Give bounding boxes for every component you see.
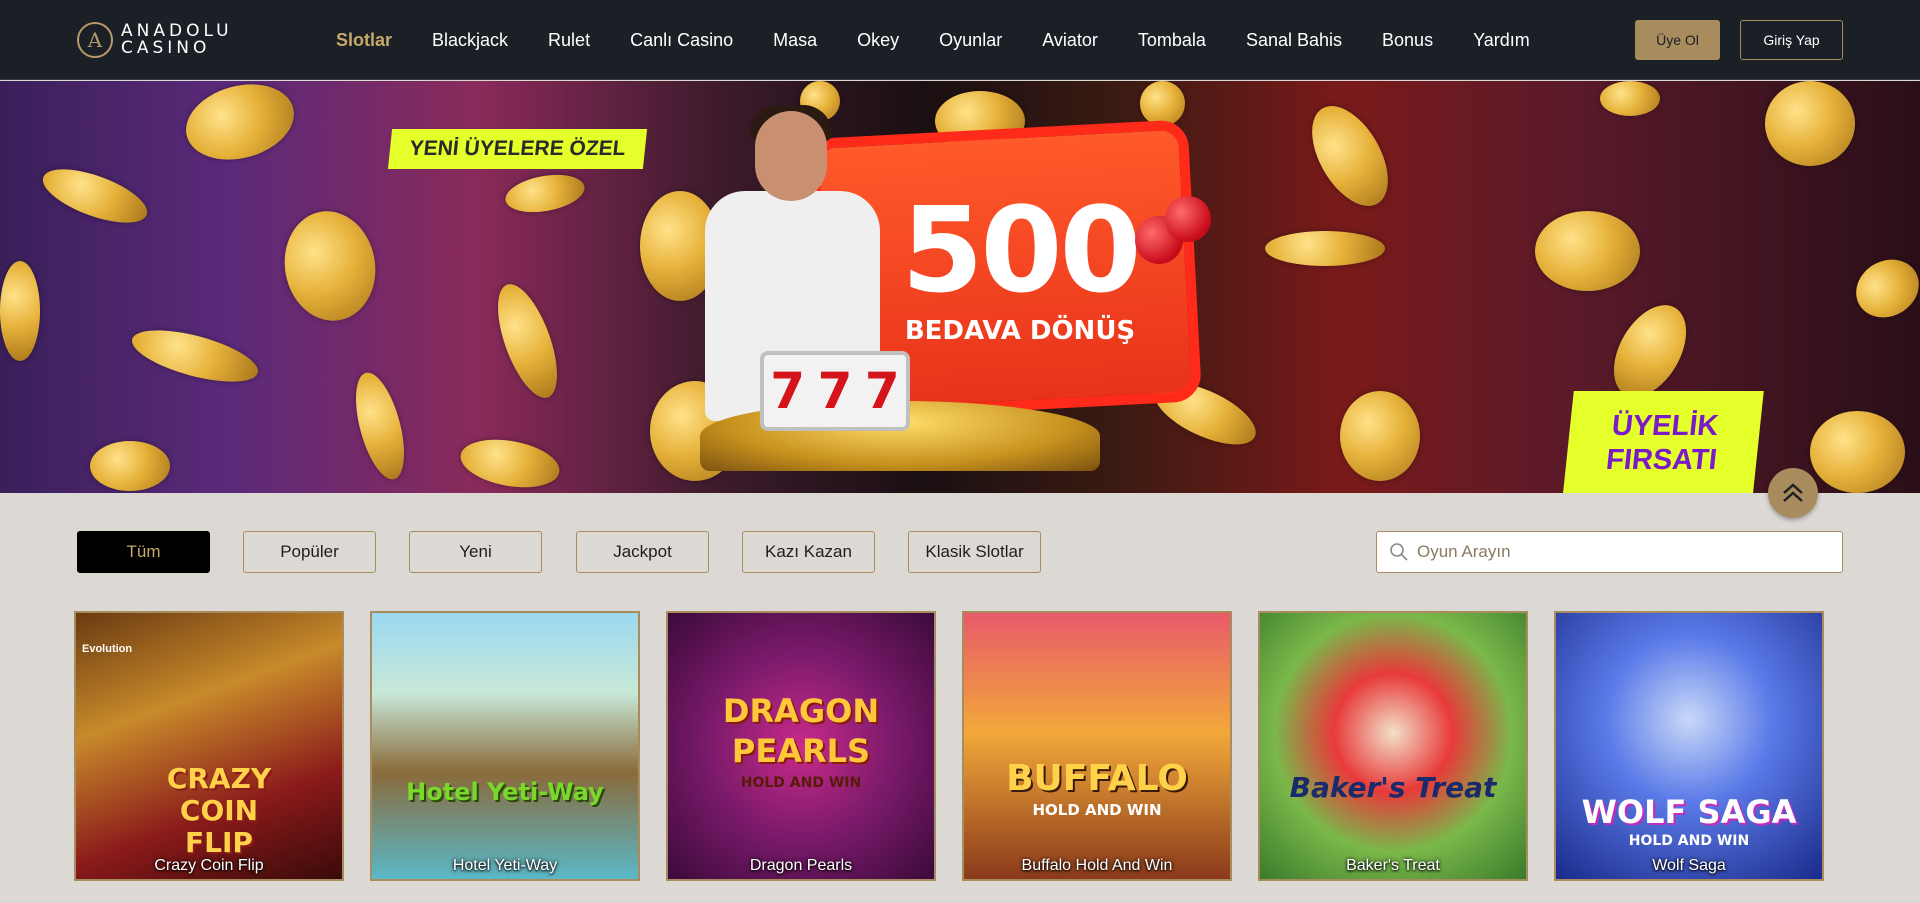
- game-title: Dragon Pearls: [749, 857, 853, 874]
- filter-scratch[interactable]: Kazı Kazan: [742, 531, 875, 573]
- game-art-title: CRAZY COIN FLIP: [166, 762, 272, 859]
- coin-decoration: [0, 261, 40, 361]
- membership-line-2: FIRSATI: [1604, 444, 1719, 476]
- nav-item-oyunlar[interactable]: Oyunlar: [939, 30, 1002, 51]
- game-art-subtitle: HOLD AND WIN: [1032, 801, 1162, 819]
- filter-classic-slots[interactable]: Klasik Slotlar: [908, 531, 1041, 573]
- logo-emblem-icon: A: [77, 22, 113, 58]
- coin-decoration: [502, 169, 588, 218]
- game-thumbnail: [1260, 613, 1526, 879]
- game-art-subtitle: HOLD AND WIN: [740, 775, 862, 791]
- coin-decoration: [346, 367, 414, 485]
- nav-item-okey[interactable]: Okey: [857, 30, 899, 51]
- game-art-title: WOLF SAGA: [1581, 793, 1797, 831]
- game-art-subtitle: HOLD AND WIN: [1628, 833, 1750, 849]
- coin-decoration: [127, 319, 263, 393]
- coin-decoration: [1296, 93, 1404, 219]
- nav-item-rulet[interactable]: Rulet: [548, 30, 590, 51]
- coin-decoration: [1140, 81, 1185, 126]
- coin-decoration: [1845, 248, 1920, 329]
- filter-jackpot[interactable]: Jackpot: [576, 531, 709, 573]
- game-card-buffalo-hold-and-win[interactable]: BUFFALO HOLD AND WIN Buffalo Hold And Wi…: [962, 611, 1232, 881]
- coin-decoration: [90, 441, 170, 491]
- slot-777-illustration: 7 7 7: [760, 351, 910, 431]
- coin-decoration: [1535, 211, 1640, 291]
- game-card-bakers-treat[interactable]: Baker's Treat Baker's Treat: [1258, 611, 1528, 881]
- filter-popular[interactable]: Popüler: [243, 531, 376, 573]
- coin-decoration: [177, 81, 303, 172]
- nav-item-blackjack[interactable]: Blackjack: [432, 30, 508, 51]
- nav-item-tombala[interactable]: Tombala: [1138, 30, 1206, 51]
- nav-item-yardim[interactable]: Yardım: [1473, 30, 1530, 51]
- login-button[interactable]: Giriş Yap: [1740, 20, 1843, 60]
- game-title: Crazy Coin Flip: [154, 857, 264, 874]
- game-thumbnail: [372, 613, 638, 879]
- promo-amount: 500: [901, 181, 1141, 319]
- nav-item-canli-casino[interactable]: Canlı Casino: [630, 30, 733, 51]
- scroll-to-top-button[interactable]: [1768, 468, 1818, 518]
- search-icon: [1390, 543, 1408, 561]
- coin-decoration: [1765, 81, 1855, 166]
- game-thumbnail: [964, 613, 1230, 879]
- nav-item-bonus[interactable]: Bonus: [1382, 30, 1433, 51]
- game-title: Buffalo Hold And Win: [1021, 857, 1173, 874]
- filter-new[interactable]: Yeni: [409, 531, 542, 573]
- coin-decoration: [1265, 231, 1385, 266]
- main-nav: Slotlar Blackjack Rulet Canlı Casino Mas…: [336, 0, 1570, 80]
- game-title: Hotel Yeti-Way: [452, 857, 558, 874]
- slot-reel: 7: [817, 362, 853, 420]
- coin-decoration: [456, 432, 564, 493]
- coin-decoration: [36, 158, 154, 234]
- nav-item-slotlar[interactable]: Slotlar: [336, 30, 392, 51]
- logo-text: ANADOLU CASINO: [121, 23, 233, 57]
- promo-banner[interactable]: YENİ ÜYELERE ÖZEL 500 BEDAVA DÖNÜŞ 7 7 7…: [0, 81, 1920, 493]
- game-card-hotel-yeti-way[interactable]: Hotel Yeti-Way Hotel Yeti-Way: [370, 611, 640, 881]
- promo-subtitle: BEDAVA DÖNÜŞ: [904, 316, 1136, 346]
- double-chevron-up-icon: [1783, 483, 1803, 502]
- brand-logo[interactable]: A ANADOLU CASINO: [77, 20, 233, 60]
- coin-decoration: [1600, 81, 1660, 116]
- new-members-tag: YENİ ÜYELERE ÖZEL: [387, 129, 648, 169]
- logo-line-2: CASINO: [121, 38, 211, 58]
- signup-button[interactable]: Üye Ol: [1635, 20, 1720, 60]
- game-art-title: Baker's Treat: [1289, 771, 1497, 804]
- nav-item-aviator[interactable]: Aviator: [1042, 30, 1098, 51]
- site-header: A ANADOLU CASINO Slotlar Blackjack Rulet…: [0, 0, 1920, 80]
- slot-reel: 7: [864, 362, 900, 420]
- game-card-dragon-pearls[interactable]: DRAGON PEARLS HOLD AND WIN Dragon Pearls: [666, 611, 936, 881]
- nav-item-masa[interactable]: Masa: [773, 30, 817, 51]
- game-card-wolf-saga[interactable]: WOLF SAGA HOLD AND WIN Wolf Saga: [1554, 611, 1824, 881]
- game-search[interactable]: [1376, 531, 1843, 573]
- game-art-title: BUFFALO: [1006, 758, 1188, 799]
- coin-decoration: [1340, 391, 1420, 481]
- coin-decoration: [485, 276, 570, 406]
- membership-offer-tag: ÜYELİK FIRSATI: [1562, 391, 1764, 493]
- filter-all[interactable]: Tüm: [77, 531, 210, 573]
- game-title: Baker's Treat: [1346, 857, 1440, 874]
- slot-reel: 7: [770, 362, 806, 420]
- cherry-icon: [1165, 196, 1211, 242]
- nav-item-sanal-bahis[interactable]: Sanal Bahis: [1246, 30, 1342, 51]
- game-art-title: DRAGON PEARLS: [722, 692, 880, 770]
- game-title: Wolf Saga: [1652, 857, 1726, 874]
- membership-line-1: ÜYELİK: [1610, 410, 1720, 442]
- game-art-title: Hotel Yeti-Way: [406, 778, 604, 806]
- coin-decoration: [1810, 411, 1905, 493]
- search-input[interactable]: [1417, 542, 1817, 562]
- game-card-crazy-coin-flip[interactable]: Evolution CRAZY COIN FLIP Crazy Coin Fli…: [74, 611, 344, 881]
- provider-badge: Evolution: [82, 643, 133, 655]
- coin-decoration: [276, 204, 384, 328]
